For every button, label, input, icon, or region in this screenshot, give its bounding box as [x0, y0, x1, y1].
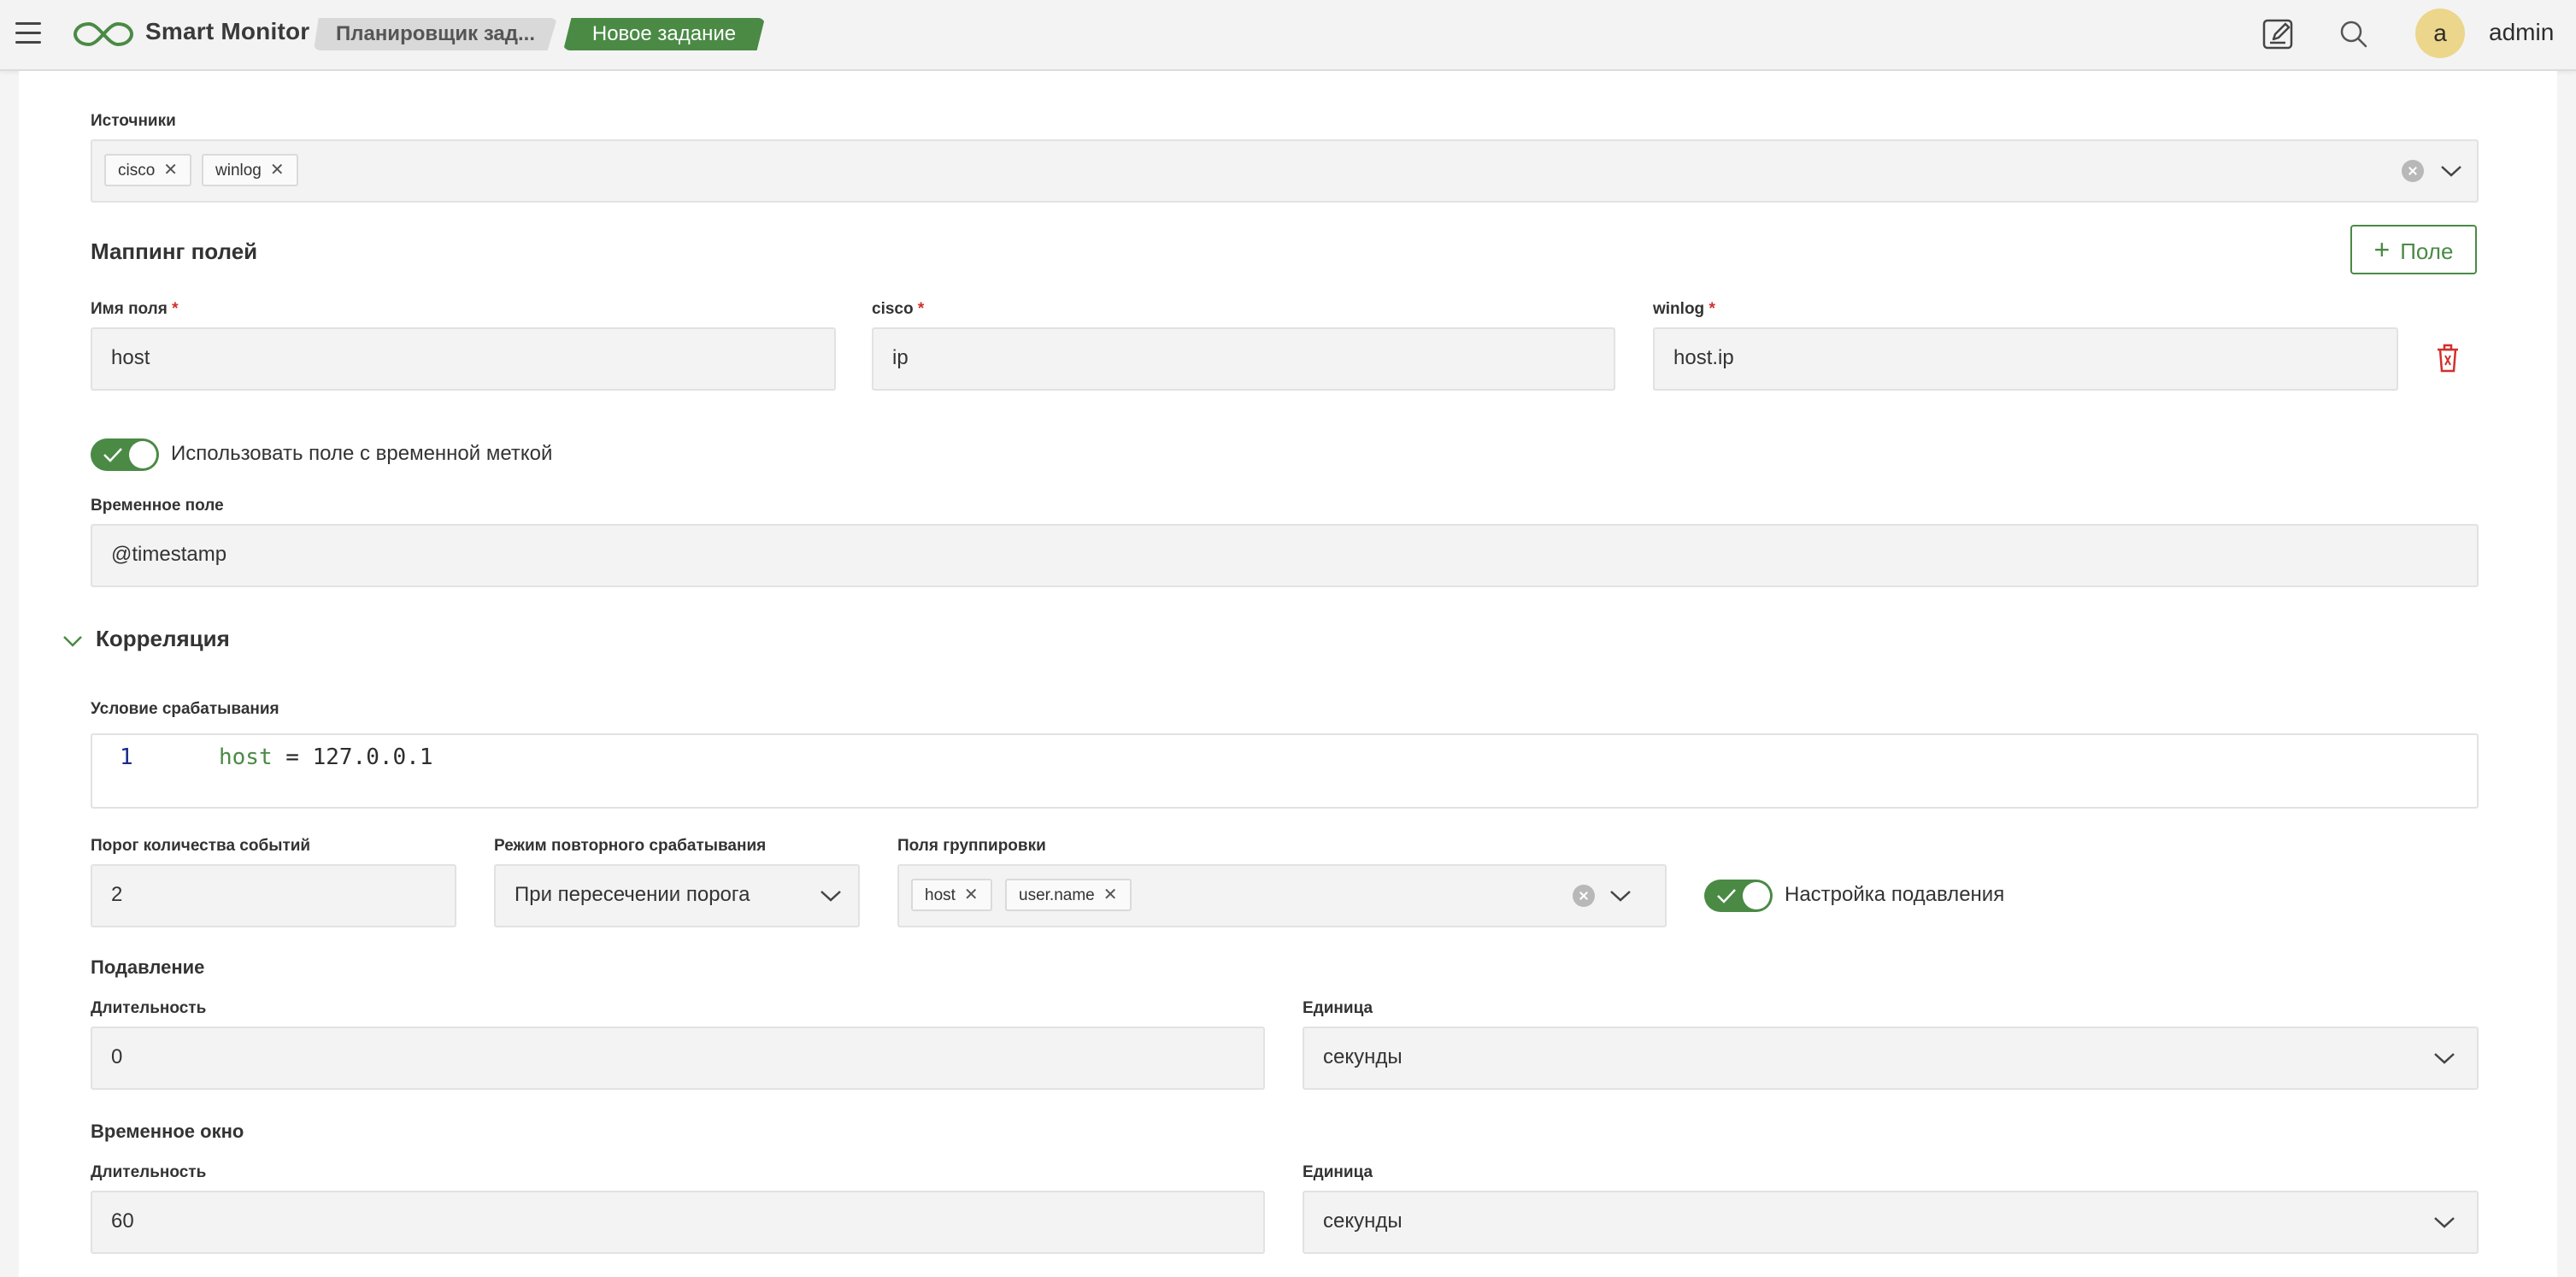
- user-name[interactable]: admin: [2489, 19, 2554, 46]
- chip-label: cisco: [118, 162, 156, 179]
- label-text: cisco: [872, 300, 914, 318]
- code-value: 127.0.0.1: [312, 744, 433, 770]
- field-name-input[interactable]: host: [91, 327, 836, 391]
- clear-grouping-icon[interactable]: [1573, 885, 1595, 907]
- chevron-down-icon[interactable]: [1609, 888, 1632, 903]
- grouping-chip-host: host ✕: [911, 879, 992, 911]
- suppression-duration-input[interactable]: 0: [91, 1027, 1265, 1090]
- threshold-label: Порог количества событий: [91, 837, 311, 855]
- suppression-duration-label: Длительность: [91, 999, 207, 1017]
- breadcrumb-new-task[interactable]: Новое задание: [563, 18, 765, 50]
- add-field-button[interactable]: + Поле: [2350, 225, 2477, 274]
- check-icon: [103, 448, 122, 462]
- grouping-label: Поля группировки: [897, 837, 1046, 855]
- chevron-down-icon[interactable]: [2432, 1215, 2456, 1230]
- sources-label: Источники: [91, 112, 176, 130]
- menu-icon[interactable]: [15, 22, 41, 44]
- source-chip-winlog: winlog ✕: [202, 154, 298, 186]
- chevron-down-icon[interactable]: [2432, 1050, 2456, 1066]
- required-mark: *: [917, 300, 925, 318]
- time-field-label: Временное поле: [91, 497, 224, 515]
- clear-sources-icon[interactable]: [2402, 160, 2424, 182]
- remove-chip-icon[interactable]: ✕: [1103, 880, 1118, 909]
- chip-label: host: [925, 886, 956, 904]
- breadcrumb-scheduler[interactable]: Планировщик зад...: [314, 18, 557, 50]
- winlog-field-label: winlog *: [1653, 300, 1715, 319]
- window-unit-value: секунды: [1323, 1209, 1403, 1233]
- field-name-label: Имя поля *: [91, 300, 179, 319]
- remove-chip-icon[interactable]: ✕: [964, 880, 979, 909]
- retrigger-select[interactable]: При пересечении порога: [494, 864, 860, 927]
- suppression-unit-value: секунды: [1323, 1045, 1403, 1068]
- check-icon: [1717, 889, 1736, 903]
- code-operator: =: [272, 744, 313, 770]
- timestamp-toggle-label: Использовать поле с временной меткой: [171, 442, 553, 465]
- grouping-chip-user-name: user.name ✕: [1005, 879, 1132, 911]
- chip-label: winlog: [215, 162, 262, 179]
- winlog-field-input[interactable]: host.ip: [1653, 327, 2398, 391]
- chevron-down-icon[interactable]: [2439, 163, 2463, 179]
- label-text: Имя поля: [91, 300, 168, 318]
- search-icon[interactable]: [2337, 17, 2371, 51]
- top-bar: Smart Monitor Планировщик зад... Новое з…: [0, 0, 2576, 71]
- time-field-input[interactable]: @timestamp: [91, 524, 2479, 587]
- retrigger-label: Режим повторного срабатывания: [494, 837, 767, 855]
- suppression-unit-select[interactable]: секунды: [1303, 1027, 2479, 1090]
- logo-icon: [73, 21, 134, 47]
- suppression-toggle[interactable]: [1704, 880, 1773, 912]
- threshold-input[interactable]: 2: [91, 864, 456, 927]
- remove-chip-icon[interactable]: ✕: [163, 156, 178, 185]
- chevron-down-icon[interactable]: [819, 888, 843, 903]
- add-field-label: Поле: [2400, 238, 2454, 264]
- avatar[interactable]: a: [2415, 9, 2465, 58]
- timestamp-toggle[interactable]: [91, 438, 159, 471]
- source-chip-cisco: cisco ✕: [104, 154, 192, 186]
- correlation-title[interactable]: Корреляция: [96, 626, 230, 652]
- cisco-field-label: cisco *: [872, 300, 924, 319]
- condition-label: Условие срабатывания: [91, 700, 279, 718]
- code-line: host = 127.0.0.1: [219, 744, 432, 770]
- code-keyword: host: [219, 744, 273, 770]
- cisco-field-input[interactable]: ip: [872, 327, 1615, 391]
- window-unit-select[interactable]: секунды: [1303, 1191, 2479, 1254]
- line-number: 1: [120, 744, 133, 770]
- suppression-unit-label: Единица: [1303, 999, 1373, 1017]
- collapse-chevron-icon[interactable]: [62, 633, 84, 649]
- chip-label: user.name: [1019, 886, 1095, 904]
- suppression-toggle-label: Настройка подавления: [1785, 883, 2005, 906]
- required-mark: *: [172, 300, 179, 318]
- remove-chip-icon[interactable]: ✕: [270, 156, 285, 185]
- retrigger-value: При пересечении порога: [515, 883, 750, 906]
- mapping-title: Маппинг полей: [91, 238, 258, 264]
- window-unit-label: Единица: [1303, 1163, 1373, 1181]
- label-text: winlog: [1653, 300, 1705, 318]
- window-duration-input[interactable]: 60: [91, 1191, 1265, 1254]
- trash-icon[interactable]: [2434, 343, 2461, 374]
- required-mark: *: [1709, 300, 1715, 318]
- time-window-title: Временное окно: [91, 1121, 244, 1142]
- window-duration-label: Длительность: [91, 1163, 207, 1181]
- app-name: Smart Monitor: [145, 18, 310, 44]
- suppression-title: Подавление: [91, 956, 205, 978]
- edit-icon[interactable]: [2261, 17, 2296, 51]
- plus-icon: +: [2373, 234, 2391, 265]
- form-panel: Источники cisco ✕ winlog ✕ Маппинг полей +…: [19, 71, 2557, 1277]
- condition-code-editor[interactable]: 1 host = 127.0.0.1: [91, 733, 2479, 809]
- sources-select[interactable]: cisco ✕ winlog ✕: [91, 139, 2479, 203]
- grouping-select[interactable]: host ✕ user.name ✕: [897, 864, 1667, 927]
